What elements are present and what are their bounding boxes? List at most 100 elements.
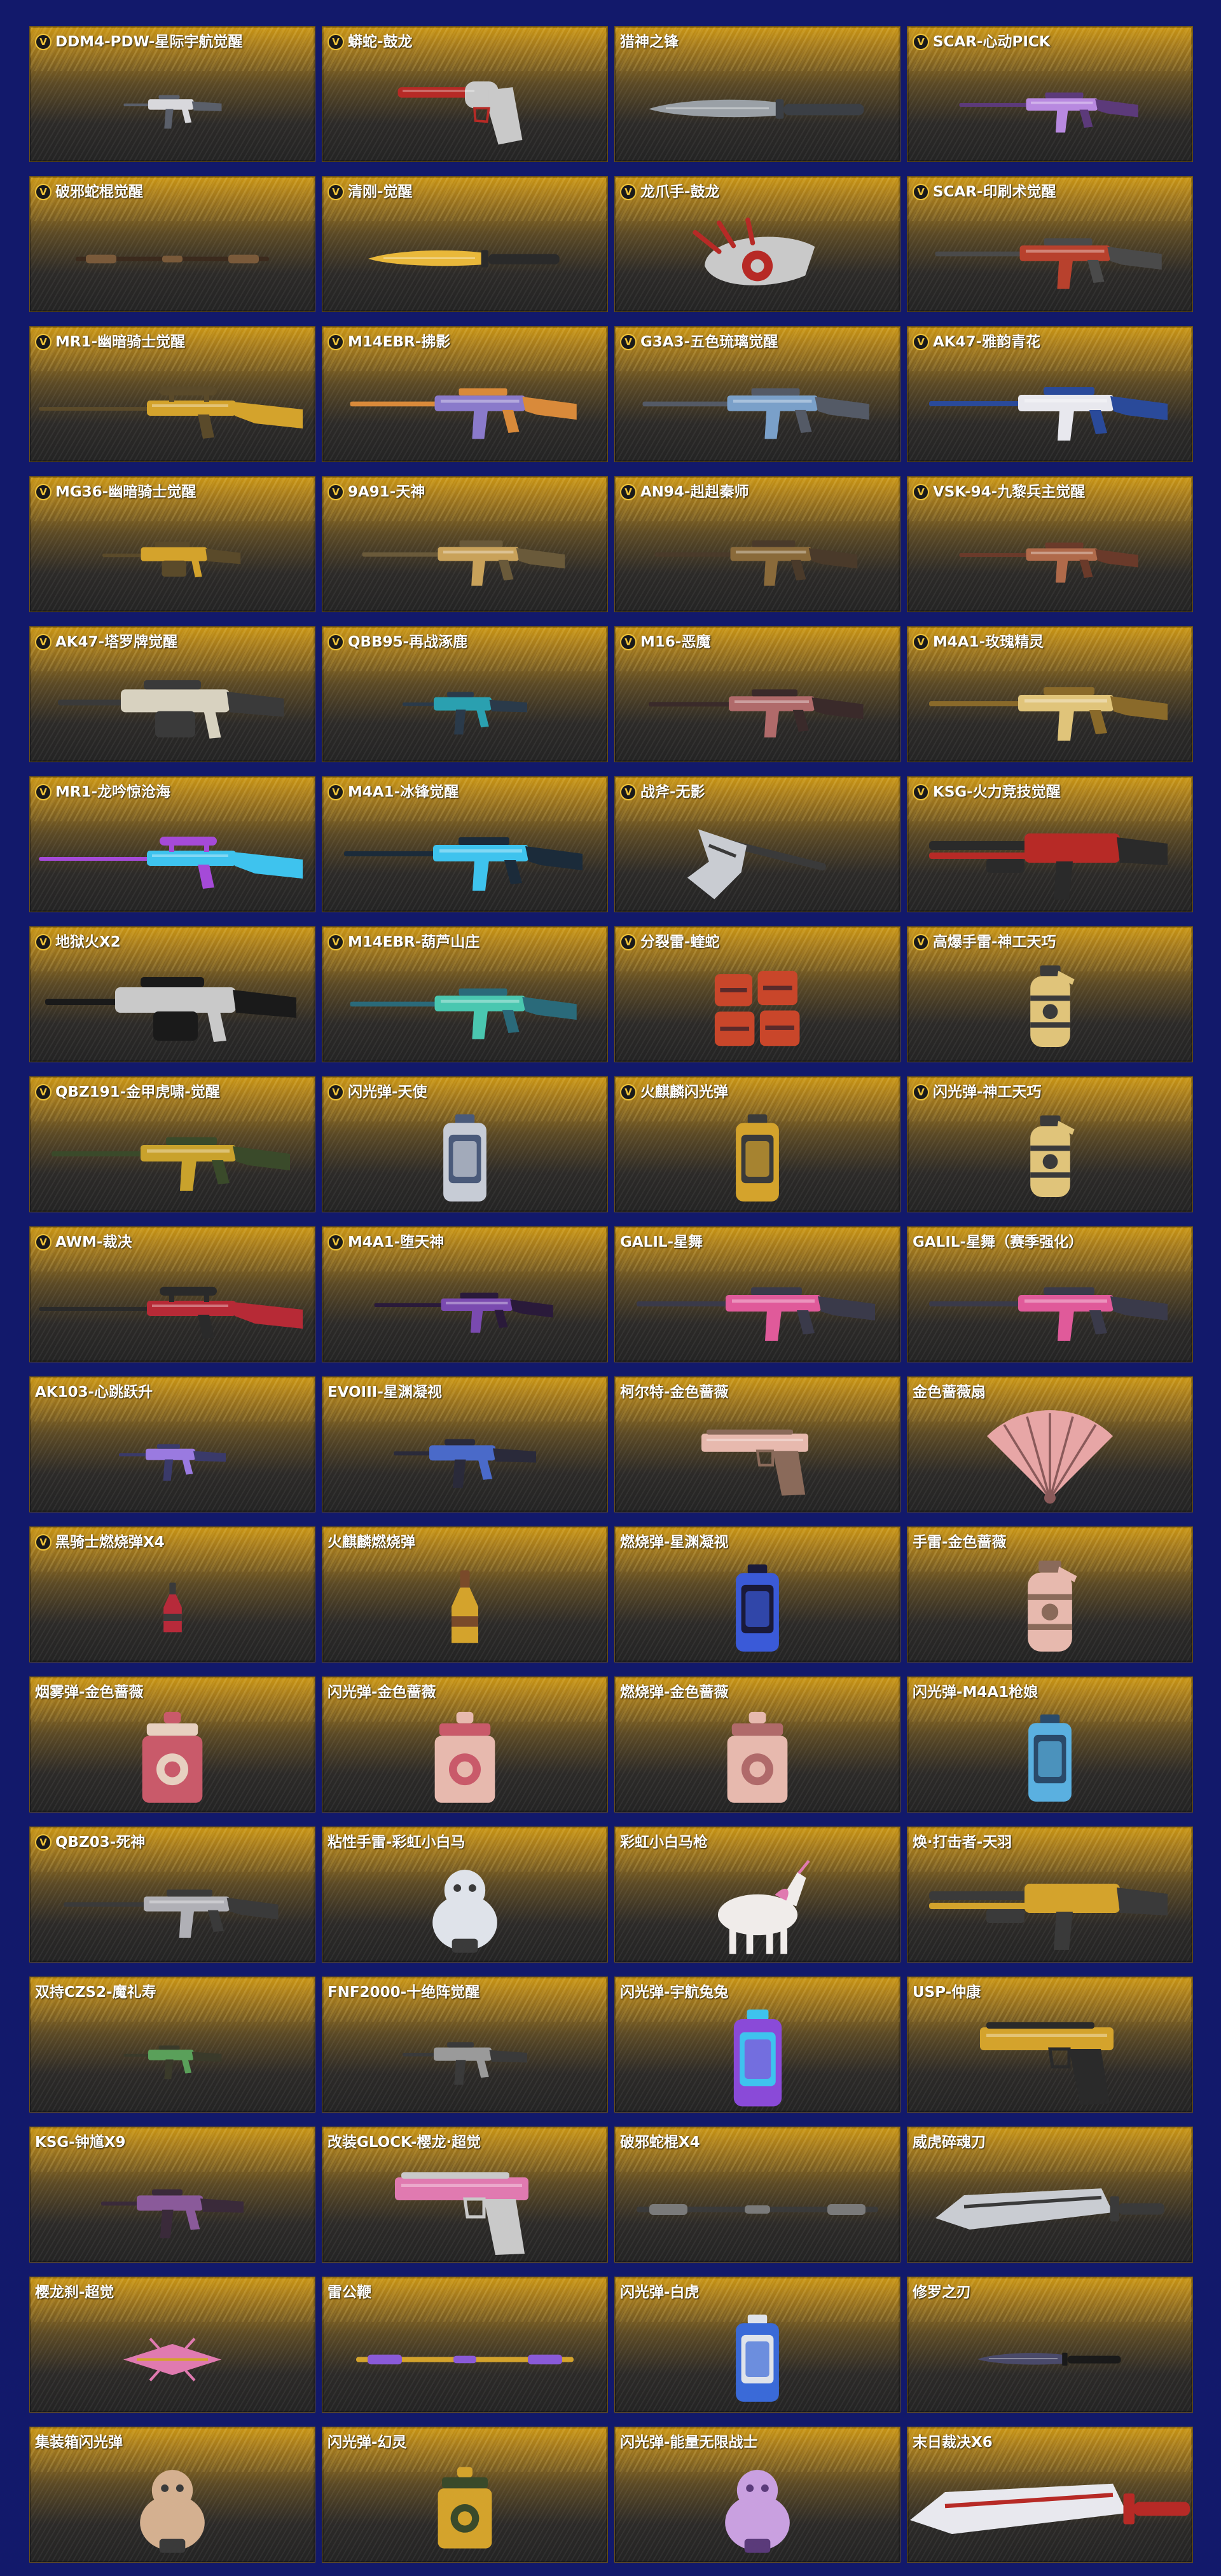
- canister-icon: [322, 1106, 607, 1212]
- item-card[interactable]: USP-仲康: [907, 1977, 1193, 2113]
- item-title-row: V 闪光弹-神工天巧: [913, 1083, 1187, 1101]
- item-card[interactable]: V MR1-幽暗骑士觉醒: [29, 326, 315, 462]
- item-card[interactable]: V QBB95-再战涿鹿: [322, 626, 608, 762]
- item-card[interactable]: V 黑骑士燃烧弹X4: [29, 1526, 315, 1662]
- item-card[interactable]: V SCAR-心动PICK: [907, 26, 1193, 162]
- item-card[interactable]: V 高爆手雷-神工天巧: [907, 926, 1193, 1062]
- item-title-row: 手雷-金色蔷薇: [913, 1533, 1187, 1551]
- item-card[interactable]: 猎神之锋: [614, 26, 900, 162]
- item-card[interactable]: 彩虹小白马枪: [614, 1826, 900, 1963]
- blade-icon: [907, 2456, 1192, 2562]
- item-card[interactable]: V MR1-龙吟惊沧海: [29, 776, 315, 912]
- item-card[interactable]: V KSG-火力竞技觉醒: [907, 776, 1193, 912]
- item-title-row: V DDM4-PDW-星际宇航觉醒: [35, 33, 310, 51]
- item-name: M4A1-堕天神: [348, 1234, 445, 1250]
- smg-icon: [30, 56, 315, 161]
- item-title-row: 闪光弹-能量无限战士: [620, 2434, 895, 2451]
- item-card[interactable]: V SCAR-印刷术觉醒: [907, 176, 1193, 312]
- item-card[interactable]: 双持CZS2-魔礼寿: [29, 1977, 315, 2113]
- v-badge-icon: V: [913, 784, 929, 800]
- item-card[interactable]: V 战斧-无影: [614, 776, 900, 912]
- item-card[interactable]: 末日裁决X6: [907, 2427, 1193, 2563]
- rifle-icon: [907, 656, 1192, 762]
- item-card[interactable]: EVOIII-星渊凝视: [322, 1376, 608, 1512]
- sniper-icon: [30, 1256, 315, 1362]
- item-card[interactable]: 柯尔特-金色蔷薇: [614, 1376, 900, 1512]
- item-card[interactable]: V M4A1-堕天神: [322, 1226, 608, 1362]
- item-card[interactable]: 闪光弹-宇航兔兔: [614, 1977, 900, 2113]
- item-card[interactable]: V 火麒麟闪光弹: [614, 1076, 900, 1212]
- item-name: QBZ191-金甲虎啸-觉醒: [55, 1084, 220, 1100]
- item-card[interactable]: 焕·打击者-天羽: [907, 1826, 1193, 1963]
- item-title-row: 燃烧弹-金色蔷薇: [620, 1683, 895, 1701]
- item-card[interactable]: 改装GLOCK-樱龙·超觉: [322, 2127, 608, 2263]
- rifle-icon: [30, 1856, 315, 1962]
- item-card[interactable]: GALIL-星舞: [614, 1226, 900, 1362]
- item-title-row: 彩虹小白马枪: [620, 1833, 895, 1851]
- item-card[interactable]: 烟雾弹-金色蔷薇: [29, 1676, 315, 1812]
- item-card[interactable]: 闪光弹-M4A1枪娘: [907, 1676, 1193, 1812]
- item-card[interactable]: V VSK-94-九黎兵主觉醒: [907, 476, 1193, 612]
- rifle-icon: [615, 356, 900, 462]
- item-title-row: GALIL-星舞: [620, 1233, 895, 1251]
- item-name: 烟雾弹-金色蔷薇: [35, 1684, 144, 1701]
- item-card[interactable]: V 地狱火X2: [29, 926, 315, 1062]
- item-card[interactable]: 樱龙刹-超觉: [29, 2277, 315, 2413]
- v-badge-icon: V: [328, 634, 344, 650]
- item-card[interactable]: 闪光弹-金色蔷薇: [322, 1676, 608, 1812]
- smg-icon: [322, 656, 607, 762]
- item-card[interactable]: V 9A91-天神: [322, 476, 608, 612]
- mascot-icon: [322, 1856, 607, 1962]
- item-card[interactable]: KSG-钟馗X9: [29, 2127, 315, 2263]
- item-card[interactable]: V AN94-赳赳秦师: [614, 476, 900, 612]
- v-badge-icon: V: [620, 634, 637, 650]
- item-card[interactable]: V 分裂雷-蝰蛇: [614, 926, 900, 1062]
- item-card[interactable]: 修罗之刃: [907, 2277, 1193, 2413]
- item-card[interactable]: GALIL-星舞（赛季强化）: [907, 1226, 1193, 1362]
- item-card[interactable]: AK103-心跳跃升: [29, 1376, 315, 1512]
- item-card[interactable]: 闪光弹-白虎: [614, 2277, 900, 2413]
- item-name: 破邪蛇棍觉醒: [55, 184, 143, 200]
- item-title-row: EVOIII-星渊凝视: [328, 1383, 602, 1401]
- item-title-row: 闪光弹-宇航兔兔: [620, 1983, 895, 2001]
- item-card[interactable]: V 龙爪手-鼓龙: [614, 176, 900, 312]
- item-card[interactable]: 火麒麟燃烧弹: [322, 1526, 608, 1662]
- item-card[interactable]: V M14EBR-葫芦山庄: [322, 926, 608, 1062]
- item-card[interactable]: V 闪光弹-天使: [322, 1076, 608, 1212]
- item-card[interactable]: V 蟒蛇-鼓龙: [322, 26, 608, 162]
- item-card[interactable]: 燃烧弹-星渊凝视: [614, 1526, 900, 1662]
- item-card[interactable]: V AWM-裁决: [29, 1226, 315, 1362]
- item-card[interactable]: 燃烧弹-金色蔷薇: [614, 1676, 900, 1812]
- item-card[interactable]: V MG36-幽暗骑士觉醒: [29, 476, 315, 612]
- item-card[interactable]: 雷公鞭: [322, 2277, 608, 2413]
- pistol-icon: [615, 1406, 900, 1512]
- fan-icon: [907, 1406, 1192, 1512]
- item-card[interactable]: V DDM4-PDW-星际宇航觉醒: [29, 26, 315, 162]
- v-badge-icon: V: [328, 934, 344, 950]
- item-card[interactable]: V AK47-雅韵青花: [907, 326, 1193, 462]
- mascot-icon: [615, 2456, 900, 2562]
- item-card[interactable]: V M14EBR-拂影: [322, 326, 608, 462]
- item-card[interactable]: 手雷-金色蔷薇: [907, 1526, 1193, 1662]
- item-card[interactable]: FNF2000-十绝阵觉醒: [322, 1977, 608, 2113]
- item-card[interactable]: 闪光弹-能量无限战士: [614, 2427, 900, 2563]
- item-card[interactable]: V M16-恶魔: [614, 626, 900, 762]
- item-card[interactable]: V 清刚-觉醒: [322, 176, 608, 312]
- item-card[interactable]: V QBZ03-死神: [29, 1826, 315, 1963]
- item-title-row: 樱龙刹-超觉: [35, 2284, 310, 2301]
- item-card[interactable]: V G3A3-五色琉璃觉醒: [614, 326, 900, 462]
- item-card[interactable]: 集装箱闪光弹: [29, 2427, 315, 2563]
- item-card[interactable]: 金色蔷薇扇: [907, 1376, 1193, 1512]
- item-card[interactable]: 威虎碎魂刀: [907, 2127, 1193, 2263]
- item-card[interactable]: V 闪光弹-神工天巧: [907, 1076, 1193, 1212]
- item-card[interactable]: 破邪蛇棍X4: [614, 2127, 900, 2263]
- item-card[interactable]: 闪光弹-幻灵: [322, 2427, 608, 2563]
- item-card[interactable]: 粘性手雷-彩虹小白马: [322, 1826, 608, 1963]
- axe-icon: [615, 806, 900, 912]
- item-card[interactable]: V M4A1-玫瑰精灵: [907, 626, 1193, 762]
- item-card[interactable]: V M4A1-冰锋觉醒: [322, 776, 608, 912]
- item-card[interactable]: V 破邪蛇棍觉醒: [29, 176, 315, 312]
- item-card[interactable]: V QBZ191-金甲虎啸-觉醒: [29, 1076, 315, 1212]
- item-card[interactable]: V AK47-塔罗牌觉醒: [29, 626, 315, 762]
- item-title-row: V QBB95-再战涿鹿: [328, 633, 602, 651]
